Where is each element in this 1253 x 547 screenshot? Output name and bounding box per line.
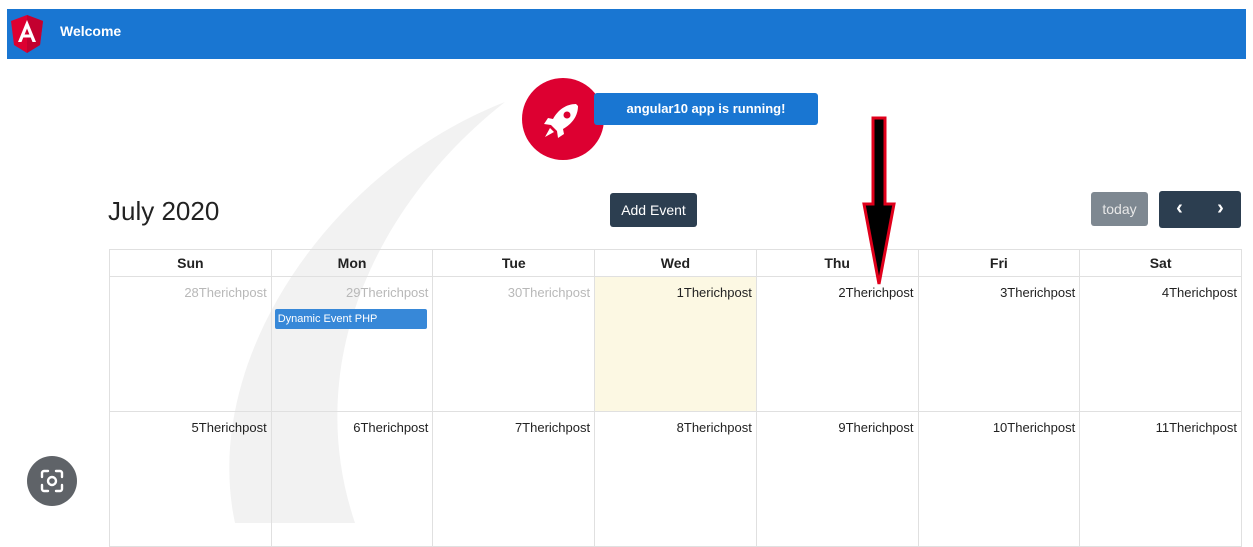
week-row: 28Therichpost 29Therichpost Dynamic Even… [109,276,1242,412]
day-cell[interactable]: 4Therichpost [1079,276,1242,412]
rocket-icon [544,104,578,138]
month-nav-group: ‹ › [1159,191,1241,228]
day-cell[interactable]: 29Therichpost Dynamic Event PHP [270,276,434,412]
week-row: 5Therichpost 6Therichpost 7Therichpost 8… [109,411,1242,547]
calendar-title: July 2020 [108,196,220,226]
today-button[interactable]: today [1091,192,1148,226]
day-number[interactable]: 28Therichpost [110,277,271,300]
app-toolbar: Welcome [7,9,1246,59]
weekday-header: Fri [917,249,1081,277]
day-number[interactable]: 4Therichpost [1080,277,1241,300]
weekday-header: Mon [270,249,434,277]
weekday-header: Sat [1079,249,1242,277]
red-down-arrow-icon [862,116,896,285]
calendar-event[interactable]: Dynamic Event PHP [274,309,427,329]
day-number[interactable]: 11Therichpost [1080,412,1241,435]
day-number[interactable]: 5Therichpost [110,412,271,435]
day-number[interactable]: 10Therichpost [919,412,1080,435]
day-number[interactable]: 30Therichpost [433,277,594,300]
day-cell[interactable]: 8Therichpost [594,411,757,547]
day-number[interactable]: 1Therichpost [595,277,756,300]
app-title: Welcome [60,23,122,39]
day-cell[interactable]: 11Therichpost [1079,411,1242,547]
day-number[interactable]: 8Therichpost [595,412,756,435]
day-number[interactable]: 3Therichpost [919,277,1080,300]
prev-month-button[interactable]: ‹ [1159,191,1200,228]
day-number[interactable]: 29Therichpost [272,277,433,300]
next-month-button[interactable]: › [1200,191,1241,228]
day-cell[interactable]: 2Therichpost [755,276,919,412]
weekday-header: Tue [432,249,596,277]
google-lens-icon [40,469,64,493]
day-cell[interactable]: 28Therichpost [109,276,272,412]
day-number[interactable]: 9Therichpost [757,412,918,435]
day-number[interactable]: 6Therichpost [272,412,433,435]
weekday-header-row: Sun Mon Tue Wed Thu Fri Sat [109,249,1242,277]
day-cell[interactable]: 30Therichpost [432,276,596,412]
add-event-button[interactable]: Add Event [610,193,697,227]
app-running-message: angular10 app is running! [594,93,818,125]
day-cell-today[interactable]: 1Therichpost [594,276,757,412]
rocket-badge [522,78,604,160]
day-cell[interactable]: 7Therichpost [432,411,596,547]
day-cell[interactable]: 9Therichpost [755,411,919,547]
weekday-header: Wed [594,249,757,277]
google-lens-button[interactable] [27,456,77,506]
day-number[interactable]: 7Therichpost [433,412,594,435]
calendar-grid: Sun Mon Tue Wed Thu Fri Sat 28Therichpos… [109,249,1242,547]
angular-logo-icon [11,15,43,53]
weekday-header: Sun [109,249,272,277]
day-cell[interactable]: 3Therichpost [917,276,1081,412]
day-cell[interactable]: 5Therichpost [109,411,272,547]
day-cell[interactable]: 10Therichpost [917,411,1081,547]
day-cell[interactable]: 6Therichpost [270,411,434,547]
